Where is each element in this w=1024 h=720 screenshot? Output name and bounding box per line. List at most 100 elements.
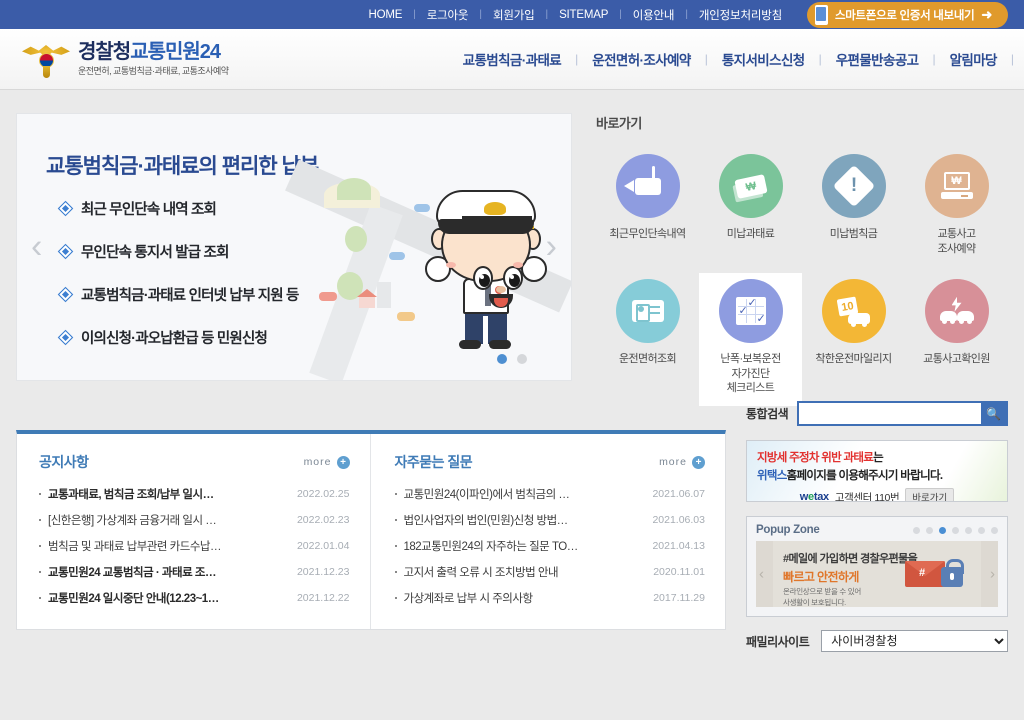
shortcut-unpaid-penalty-fee[interactable]: 미납과태료: [699, 148, 802, 267]
faq-date: 2021.06.07: [652, 488, 705, 500]
bullet-icon: [395, 571, 397, 573]
faq-date: 2020.11.01: [653, 566, 705, 578]
popup-zone-slide[interactable]: ‹ › #메일에 가입하면 경찰우편물을 빠르고 안전하게 온라인상으로 받을 …: [756, 541, 998, 607]
shortcut-recent-enforcement[interactable]: 최근무인단속내역: [596, 148, 699, 267]
popup-dot[interactable]: [978, 527, 985, 534]
wetax-line1: 지방세 주정차 위반 과태료는: [757, 449, 997, 465]
top-utility-bar: HOME | 로그아웃 | 회원가입 | SITEMAP | 이용안내 | 개인…: [0, 0, 1024, 29]
logo-text: 경찰청교통민원24 운전면허, 교통범칙금·과태료, 교통조사예약: [78, 42, 229, 76]
logo-title: 경찰청교통민원24: [78, 42, 229, 62]
utility-link-signup[interactable]: 회원가입: [482, 7, 546, 23]
wetax-line2-blue: 위택스: [757, 470, 787, 482]
banner-pagination: [497, 354, 527, 364]
list-item[interactable]: 교통과태료, 범칙금 조회/납부 일시… 2022.02.25: [39, 486, 350, 502]
faq-title[interactable]: 182교통민원24의 자주하는 질문 TO…: [404, 538, 643, 554]
hero-feature-text: 교통범칙금·과태료 인터넷 납부 지원 등: [81, 284, 299, 305]
shortcut-license-lookup[interactable]: 운전면허조회: [596, 273, 699, 407]
utility-link-privacy[interactable]: 개인정보처리방침: [688, 7, 793, 23]
shortcuts-panel: 바로가기 최근무인단속내역 미납과태료: [592, 113, 1008, 406]
popup-dot[interactable]: [939, 527, 946, 534]
notice-title[interactable]: 교통민원24 교통범칙금 · 과태료 조…: [48, 564, 287, 580]
utility-link-sitemap[interactable]: SITEMAP: [548, 9, 619, 21]
list-item[interactable]: 182교통민원24의 자주하는 질문 TO… 2021.04.13: [395, 538, 706, 554]
list-item[interactable]: 고지서 출력 오류 시 조치방법 안내 2020.11.01: [395, 564, 706, 580]
more-label: more: [304, 456, 332, 468]
utility-link-logout[interactable]: 로그아웃: [416, 7, 480, 23]
wetax-banner[interactable]: 지방세 주정차 위반 과태료는 위택스홈페이지를 이용해주시기 바랍니다. we…: [746, 440, 1008, 502]
speed-camera-icon: [616, 154, 680, 218]
faq-title[interactable]: 법인사업자의 법인(민원)신청 방법…: [404, 512, 643, 528]
notice-title[interactable]: 교통과태료, 범칙금 조회/납부 일시…: [48, 486, 287, 502]
popup-next-button[interactable]: ›: [990, 566, 995, 583]
family-site-row: 패밀리사이트 사이버경찰청: [746, 630, 1008, 652]
banner-prev-button[interactable]: ‹: [31, 228, 42, 267]
popup-dot[interactable]: [965, 527, 972, 534]
hero-illustration: [319, 164, 549, 354]
plus-icon: +: [692, 456, 705, 469]
wetax-line2-black: 홈페이지를 이용해주시기 바랍니다.: [787, 470, 943, 482]
utility-link-home[interactable]: HOME: [357, 9, 413, 21]
list-item[interactable]: [신한은행] 가상계좌 금융거래 일시 …2022.02.23: [39, 512, 350, 528]
notice-title[interactable]: 교통민원24 일시중단 안내(12.23~1…: [48, 590, 287, 606]
popup-dot[interactable]: [991, 527, 998, 534]
notice-board: 공지사항 more + 교통과태료, 범칙금 조회/납부 일시…2022.02.…: [17, 434, 370, 629]
faq-more-button[interactable]: more +: [659, 456, 705, 469]
notice-date: 2021.12.23: [297, 566, 350, 578]
export-certificate-button[interactable]: 스마트폰으로 인증서 내보내기 ➜: [807, 2, 1008, 28]
nav-item-license[interactable]: 운전면허·조사예약: [578, 49, 704, 69]
export-certificate-label: 스마트폰으로 인증서 내보내기: [835, 7, 974, 23]
shortcut-accident-certificate[interactable]: 교통사고확인원: [905, 273, 1008, 407]
shortcut-label: 운전면허조회: [619, 352, 676, 367]
popup-dot[interactable]: [913, 527, 920, 534]
faq-date: 2021.04.13: [652, 540, 705, 552]
notice-title[interactable]: [신한은행] 가상계좌 금융거래 일시 …: [48, 512, 287, 528]
nav-separator: |: [1011, 52, 1014, 66]
family-site-select[interactable]: 사이버경찰청: [821, 630, 1008, 652]
search-input[interactable]: [799, 403, 981, 424]
hero-feature-text: 최근 무인단속 내역 조회: [81, 198, 216, 219]
site-logo[interactable]: 경찰청교통민원24 운전면허, 교통범칙금·과태료, 교통조사예약: [22, 37, 229, 81]
integrated-search: 통합검색 🔍: [746, 401, 1008, 426]
notice-title[interactable]: 범칙금 및 과태료 납부관련 카드수납…: [48, 538, 287, 554]
warning-diamond-icon: [822, 154, 886, 218]
logo-title-part1: 경찰청: [78, 41, 130, 63]
list-item[interactable]: 교통민원24(이파인)에서 범칙금의 … 2021.06.07: [395, 486, 706, 502]
list-item[interactable]: 법인사업자의 법인(민원)신청 방법…2021.06.03: [395, 512, 706, 528]
nav-item-fines[interactable]: 교통범칙금·과태료: [449, 49, 575, 69]
checklist-grid-icon: [719, 279, 783, 343]
logo-subtitle: 운전면허, 교통범칙금·과태료, 교통조사예약: [78, 67, 229, 76]
shortcut-label: 교통사고 조사예약: [937, 227, 975, 257]
faq-title[interactable]: 가상계좌로 납부 시 주의사항: [404, 590, 644, 606]
notice-date: 2022.02.25: [297, 488, 350, 500]
search-icon[interactable]: 🔍: [981, 403, 1006, 424]
nav-item-mail-return[interactable]: 우편물반송공고: [822, 49, 933, 69]
faq-title[interactable]: 교통민원24(이파인)에서 범칙금의 …: [404, 486, 643, 502]
list-item[interactable]: 교통민원24 교통범칙금 · 과태료 조… 2021.12.23: [39, 564, 350, 580]
list-item[interactable]: 교통민원24 일시중단 안내(12.23~1…2021.12.22: [39, 590, 350, 606]
nav-item-news[interactable]: 알림마당: [936, 49, 1011, 69]
smartphone-icon: [815, 5, 828, 25]
diamond-bullet-icon: [59, 331, 72, 344]
popup-dot[interactable]: [952, 527, 959, 534]
list-item[interactable]: 범칙금 및 과태료 납부관련 카드수납…2022.01.04: [39, 538, 350, 554]
notice-more-button[interactable]: more +: [304, 456, 350, 469]
shortcut-good-driver-mileage[interactable]: 착한운전마일리지: [802, 273, 905, 407]
main-navigation: 교통범칙금·과태료 | 운전면허·조사예약 | 통지서비스신청 | 우편물반송공…: [449, 49, 1014, 69]
hero-feature-text: 무인단속 통지서 발급 조회: [81, 241, 229, 262]
utility-link-guide[interactable]: 이용안내: [622, 7, 686, 23]
shortcut-unpaid-fine[interactable]: 미납범칙금: [802, 148, 905, 267]
wetax-go-button[interactable]: 바로가기: [905, 488, 954, 502]
banner-dot[interactable]: [517, 354, 527, 364]
list-item[interactable]: 가상계좌로 납부 시 주의사항2017.11.29: [395, 590, 706, 606]
shortcut-accident-reservation[interactable]: 교통사고 조사예약: [905, 148, 1008, 267]
faq-title[interactable]: 고지서 출력 오류 시 조치방법 안내: [404, 564, 644, 580]
wetax-line1-red: 지방세 주정차 위반 과태료: [757, 452, 873, 464]
banner-dot[interactable]: [497, 354, 507, 364]
popup-dot[interactable]: [926, 527, 933, 534]
bullet-icon: [39, 493, 41, 495]
popup-prev-button[interactable]: ‹: [759, 566, 764, 583]
logo-title-part2: 교통민원24: [130, 41, 220, 63]
nav-item-notice-service[interactable]: 통지서비스신청: [708, 49, 819, 69]
banner-next-button[interactable]: ›: [546, 228, 557, 267]
shortcut-aggressive-driving-checklist[interactable]: 난폭·보복운전 자가진단 체크리스트: [699, 273, 802, 407]
